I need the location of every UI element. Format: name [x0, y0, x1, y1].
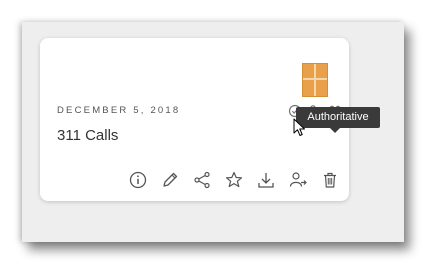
item-title[interactable]: 311 Calls — [57, 127, 118, 144]
info-icon[interactable] — [128, 170, 148, 190]
item-action-bar — [128, 170, 338, 192]
download-icon[interactable] — [256, 170, 276, 190]
authoritative-tooltip: Authoritative — [296, 107, 380, 133]
trash-icon[interactable] — [320, 170, 340, 190]
mouse-pointer-icon — [293, 118, 307, 138]
star-icon[interactable] — [224, 170, 244, 190]
change-owner-icon[interactable] — [288, 170, 308, 190]
pencil-icon[interactable] — [160, 170, 180, 190]
item-date: DECEMBER 5, 2018 — [57, 105, 181, 116]
item-thumbnail[interactable] — [302, 63, 328, 97]
share-icon[interactable] — [192, 170, 212, 190]
